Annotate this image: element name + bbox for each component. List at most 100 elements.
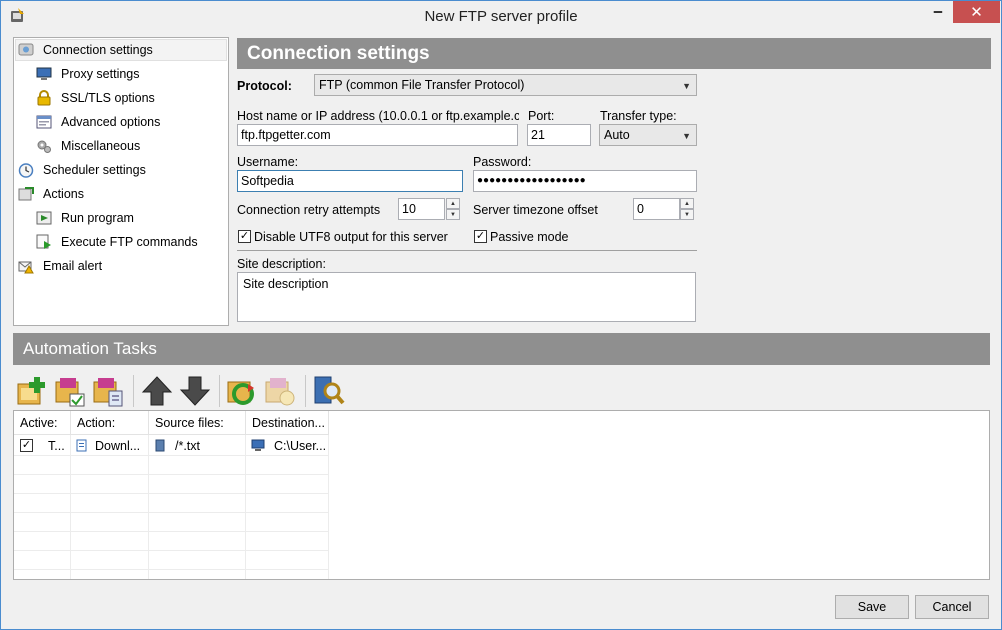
grid-line <box>328 411 329 579</box>
row-action-text: Downl... <box>95 438 141 453</box>
toolbar-separator <box>305 375 306 407</box>
copy-task-button[interactable] <box>91 373 127 409</box>
password-label: Password: <box>473 155 532 169</box>
username-label: Username: <box>237 155 299 169</box>
find-icon <box>314 376 345 405</box>
tree-item-ssl-tls-options[interactable]: SSL/TLS options <box>36 87 158 109</box>
edit-task-button[interactable] <box>53 373 89 409</box>
spin-up-icon[interactable]: ▲ <box>446 198 460 209</box>
cancel-button[interactable]: Cancel <box>915 595 989 619</box>
retry-attempts-input[interactable]: 10 <box>398 198 445 220</box>
tree-item-advanced-options[interactable]: Advanced options <box>36 111 163 133</box>
disabled-task-button[interactable] <box>263 373 299 409</box>
tree-item-run-program[interactable]: Run program <box>36 207 137 229</box>
automation-tasks-table: Active: Action: Source files: Destinatio… <box>13 410 990 580</box>
tree-label: Connection settings <box>43 43 153 57</box>
window-title: New FTP server profile <box>424 8 578 25</box>
password-input[interactable]: ●●●●●●●●●●●●●●●●●● <box>473 170 697 192</box>
server-icon <box>155 439 165 452</box>
tree-label: Email alert <box>43 259 103 273</box>
tree-item-proxy-settings[interactable]: Proxy settings <box>36 63 143 85</box>
add-task-button[interactable] <box>15 373 51 409</box>
tree-item-miscellaneous[interactable]: Miscellaneous <box>36 135 143 157</box>
spin-down-icon[interactable]: ▼ <box>446 209 460 220</box>
tree-label: Actions <box>43 187 84 201</box>
tree-label: Execute FTP commands <box>61 235 198 249</box>
run-program-icon <box>36 210 52 226</box>
column-header-active[interactable]: Active: <box>14 411 71 435</box>
tree-label: Run program <box>61 211 134 225</box>
tree-label: SSL/TLS options <box>61 91 155 105</box>
timezone-offset-input[interactable]: 0 <box>633 198 680 220</box>
host-label: Host name or IP address (10.0.0.1 or ftp… <box>237 109 519 123</box>
row-active-checkbox[interactable]: ✓ <box>20 439 33 452</box>
grid-line <box>14 455 328 456</box>
minimize-button[interactable]: 🗕 <box>923 1 953 23</box>
tree-label: Advanced options <box>61 115 161 129</box>
advanced-form-icon <box>36 114 52 130</box>
clock-icon <box>18 162 34 178</box>
run-task-icon <box>227 381 254 405</box>
row-action-cell: Downl... <box>71 436 148 455</box>
retry-attempts-spinner[interactable]: ▲ ▼ <box>446 198 460 220</box>
disable-utf8-label: Disable UTF8 output for this server <box>254 230 448 244</box>
transfer-type-value: Auto <box>604 128 630 142</box>
column-header-action[interactable]: Action: <box>71 411 149 435</box>
grid-line <box>14 493 328 494</box>
timezone-offset-label: Server timezone offset <box>473 203 598 217</box>
add-task-icon <box>17 377 45 405</box>
tree-item-connection-settings[interactable]: Connection settings <box>18 39 156 61</box>
move-up-icon <box>141 376 173 406</box>
save-button[interactable]: Save <box>835 595 909 619</box>
transfer-type-select[interactable]: Auto ▼ <box>599 124 697 146</box>
protocol-select[interactable]: FTP (common File Transfer Protocol) ▼ <box>314 74 697 96</box>
ftp-profile-window: New FTP server profile 🗕 ✕ Connection se… <box>0 0 1002 630</box>
automation-tasks-header: Automation Tasks <box>13 333 990 365</box>
tree-item-scheduler-settings[interactable]: Scheduler settings <box>18 159 149 181</box>
row-source-text: /*.txt <box>175 438 201 453</box>
grid-line <box>14 550 328 551</box>
row-destination-cell: C:\User... <box>246 436 328 455</box>
passive-mode-checkbox[interactable]: ✓ <box>474 230 487 243</box>
tree-item-email-alert[interactable]: Email alert <box>18 255 105 277</box>
lock-icon <box>36 90 52 106</box>
run-task-button[interactable] <box>225 373 261 409</box>
port-input[interactable]: 21 <box>527 124 591 146</box>
disabled-task-icon <box>265 378 295 406</box>
move-down-button[interactable] <box>177 373 213 409</box>
tree-item-actions[interactable]: Actions <box>18 183 87 205</box>
toolbar-separator <box>219 375 220 407</box>
find-button[interactable] <box>311 373 347 409</box>
disable-utf8-checkbox[interactable]: ✓ <box>238 230 251 243</box>
transfer-type-label: Transfer type: <box>600 109 677 123</box>
ftp-connection-icon <box>18 42 34 58</box>
username-input[interactable]: Softpedia <box>237 170 463 192</box>
tree-label: Scheduler settings <box>43 163 146 177</box>
column-header-source-files[interactable]: Source files: <box>149 411 246 435</box>
divider <box>237 250 697 251</box>
copy-task-icon <box>93 378 123 407</box>
email-alert-icon <box>18 258 34 274</box>
move-up-button[interactable] <box>139 373 175 409</box>
port-label: Port: <box>528 109 555 123</box>
spin-down-icon[interactable]: ▼ <box>680 209 694 220</box>
host-input[interactable]: ftp.ftpgetter.com <box>237 124 518 146</box>
grid-line <box>14 512 328 513</box>
toolbar-separator <box>133 375 134 407</box>
grid-line <box>14 474 328 475</box>
computer-icon <box>251 439 265 451</box>
gears-icon <box>36 138 52 154</box>
proxy-computer-icon <box>36 66 52 82</box>
site-description-label: Site description: <box>237 257 326 271</box>
actions-icon <box>18 186 34 202</box>
spin-up-icon[interactable]: ▲ <box>680 198 694 209</box>
site-description-textarea[interactable]: Site description <box>237 272 696 322</box>
settings-tree: Connection settings Proxy settings SSL/T… <box>13 37 229 326</box>
chevron-down-icon: ▼ <box>682 81 691 91</box>
timezone-offset-spinner[interactable]: ▲ ▼ <box>680 198 694 220</box>
row-destination-text: C:\User... <box>274 438 327 453</box>
column-header-destination[interactable]: Destination... <box>246 411 329 435</box>
close-button[interactable]: ✕ <box>953 1 1000 23</box>
tree-item-execute-ftp-commands[interactable]: Execute FTP commands <box>36 231 201 253</box>
row-source-cell: /*.txt <box>149 436 245 455</box>
